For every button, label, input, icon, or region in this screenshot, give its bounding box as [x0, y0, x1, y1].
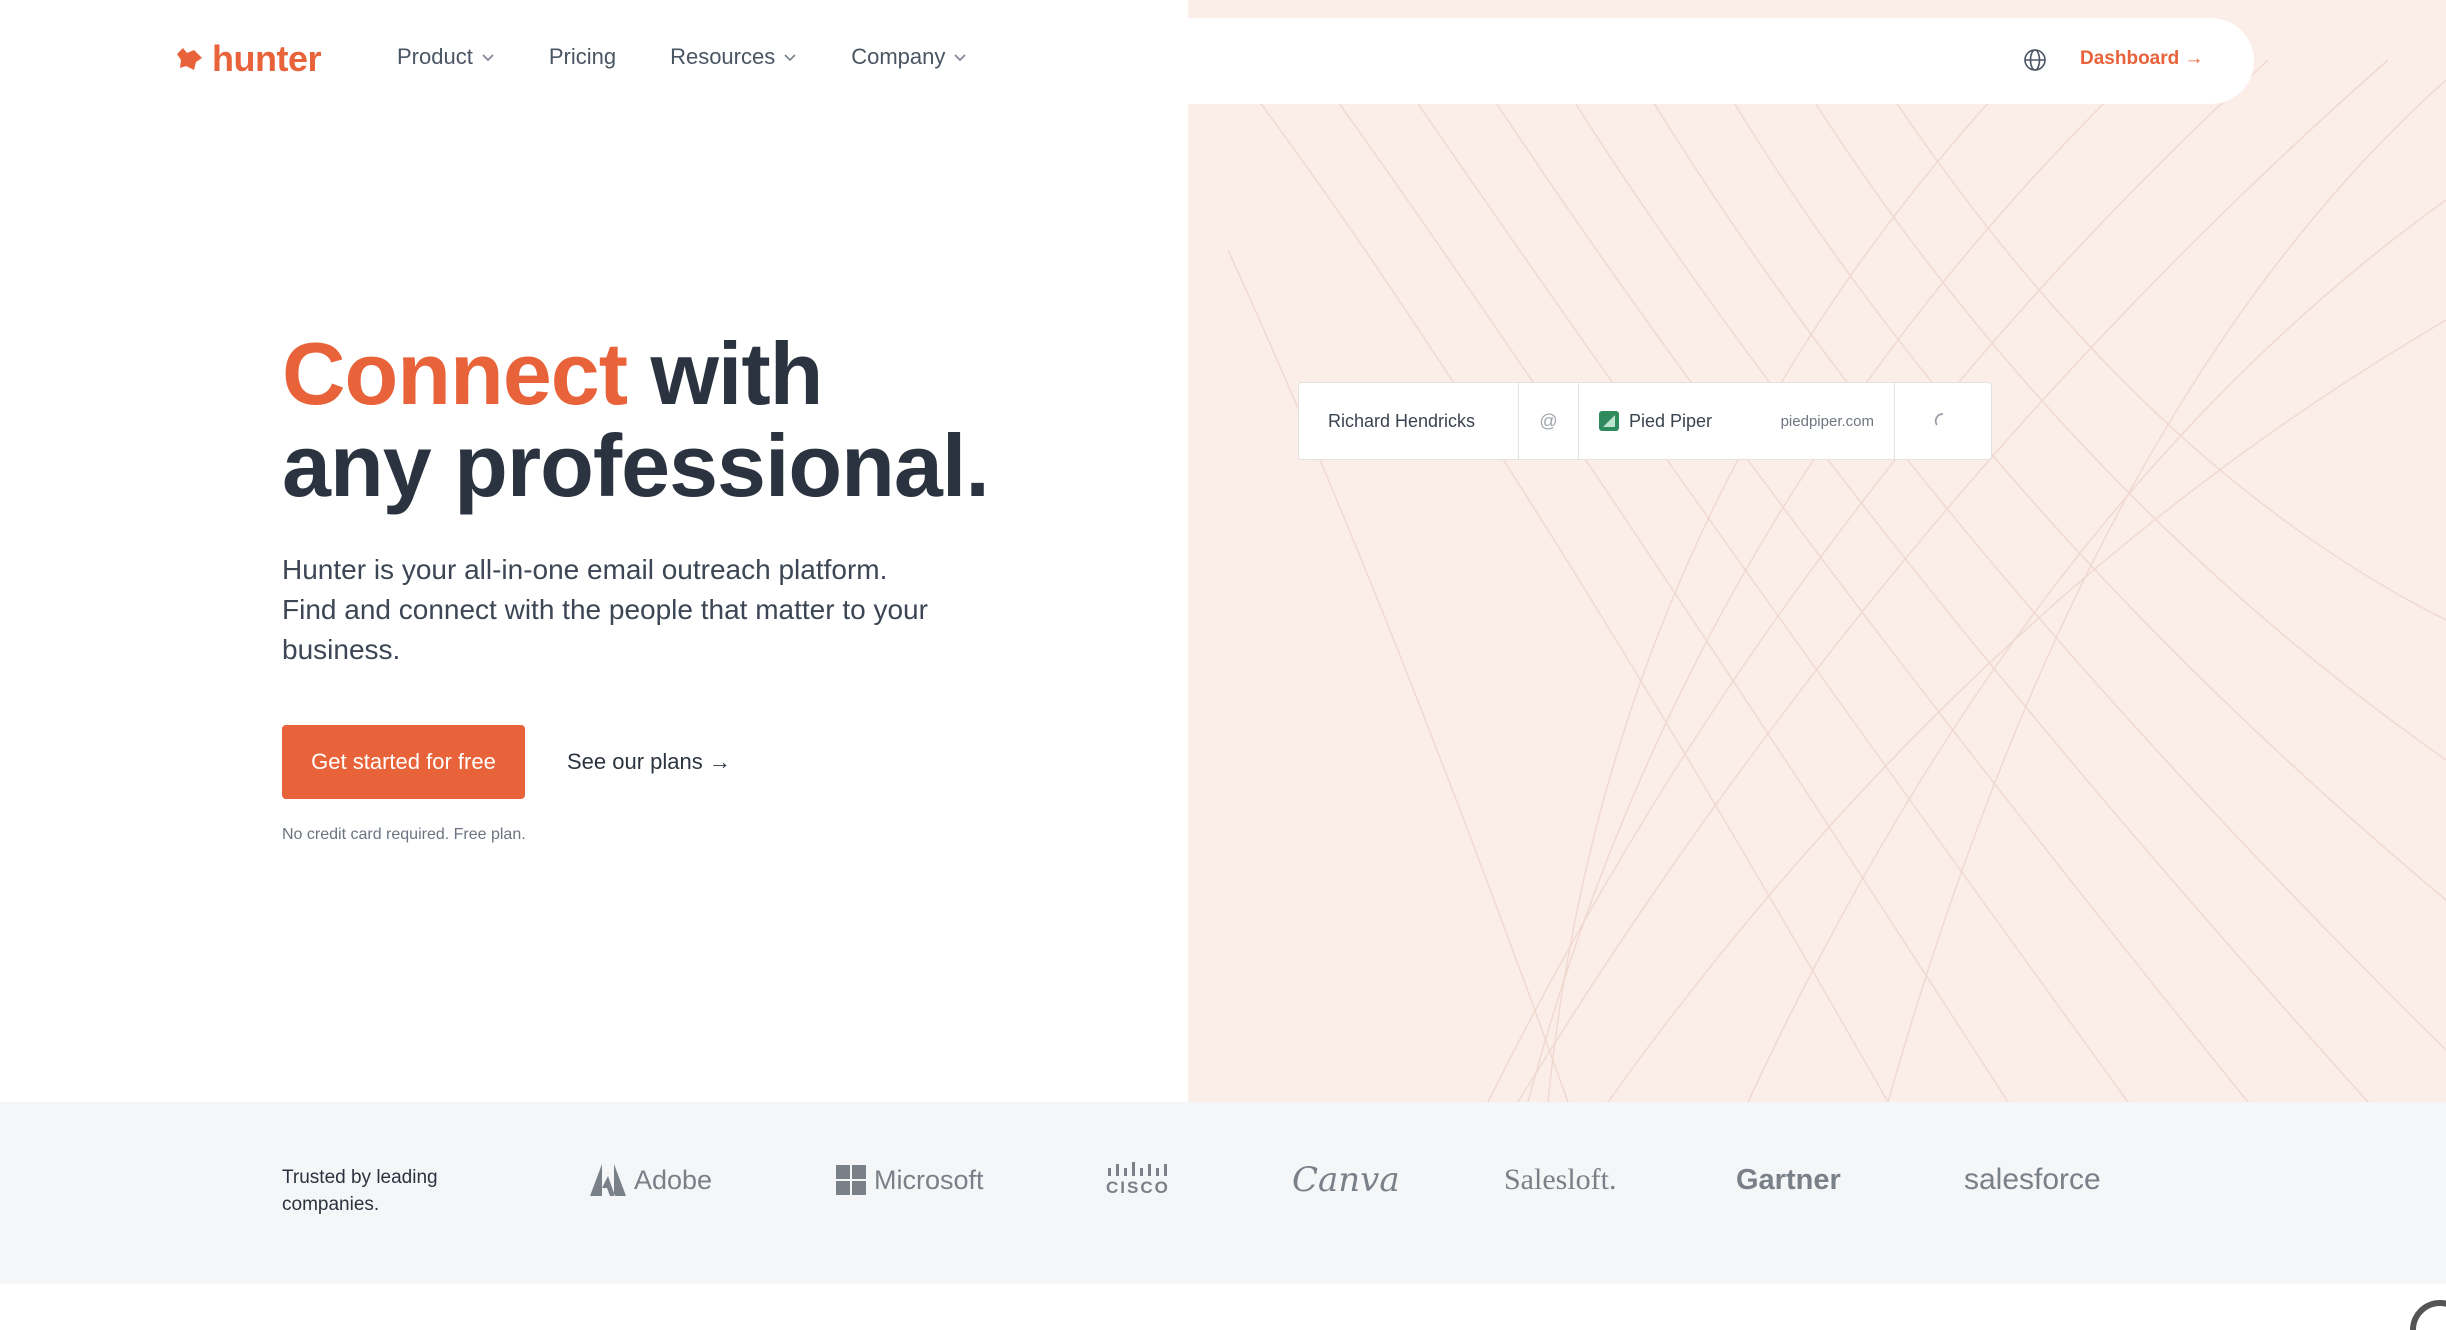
headline-part-1: with [627, 324, 823, 423]
adobe-logo: Adobe [590, 1164, 836, 1196]
fineprint: No credit card required. Free plan. [282, 826, 526, 843]
adobe-logo-text: Adobe [634, 1164, 713, 1195]
microsoft-logo-text: Microsoft [874, 1164, 984, 1195]
nav-company-label: Company [851, 44, 946, 69]
hunter-logo[interactable]: hunter [174, 38, 322, 80]
loading-cell [1895, 383, 1991, 459]
hero-headline: Connect with any professional. [282, 328, 990, 515]
chevron-down-icon [482, 54, 494, 62]
hero-subtext: Hunter is your all-in-one email outreach… [282, 554, 928, 665]
canva-logo-text: Canva [1292, 1160, 1400, 1200]
nav-resources[interactable]: Resources [670, 44, 797, 70]
trusted-label: Trusted by leading companies. [282, 1167, 438, 1215]
canva-logo: Canva [1292, 1160, 1504, 1200]
nav-pricing-label: Pricing [548, 44, 617, 69]
nav-company[interactable]: Company [851, 44, 967, 70]
microsoft-logo: Microsoft [836, 1165, 1106, 1196]
gartner-logo-text: Gartner [1736, 1163, 1841, 1196]
cisco-bars-icon [1108, 1162, 1167, 1176]
salesloft-logo-text: Salesloft. [1504, 1163, 1617, 1196]
main-nav: Product Pricing Resources Company [397, 44, 967, 70]
company-name: Pied Piper [1629, 410, 1713, 431]
trusted-by-section: Trusted by leading companies. Adobe Micr… [0, 1102, 2446, 1284]
logo-text: hunter [212, 38, 322, 79]
nav-product-label: Product [397, 44, 473, 69]
cisco-logo: CISCO [1106, 1162, 1292, 1198]
adobe-icon [590, 1164, 626, 1196]
salesloft-logo: Salesloft. [1504, 1163, 1736, 1197]
gartner-logo: Gartner [1736, 1164, 1964, 1197]
see-plans-link[interactable]: See our plans → [567, 749, 731, 775]
headline-part-2: any professional. [282, 416, 990, 515]
chevron-down-icon [784, 54, 796, 62]
get-started-button[interactable]: Get started for free [282, 725, 525, 799]
company-logo-row: Adobe Microsoft CISCO Canva Salesloft. G… [590, 1160, 2124, 1200]
cisco-logo-text: CISCO [1106, 1178, 1170, 1197]
dashboard-link[interactable]: Dashboard → [2080, 48, 2204, 70]
nav-resources-label: Resources [670, 44, 776, 69]
microsoft-icon [836, 1165, 866, 1195]
chat-widget-button[interactable] [2410, 1300, 2446, 1330]
globe-icon[interactable] [2022, 47, 2048, 73]
salesforce-logo: salesforce [1964, 1163, 2124, 1197]
chevron-down-icon [954, 54, 966, 62]
company-field[interactable]: Pied Piper piedpiper.com [1579, 383, 1895, 459]
nav-pricing[interactable]: Pricing [549, 44, 616, 70]
headline-accent: Connect [282, 324, 628, 423]
email-finder-demo: Richard Hendricks @ Pied Piper piedpiper… [1298, 382, 1992, 460]
pied-piper-icon [1599, 411, 1619, 431]
nav-product[interactable]: Product [397, 44, 495, 70]
name-field[interactable]: Richard Hendricks [1299, 383, 1519, 459]
fox-icon [177, 48, 202, 70]
at-sign: @ [1519, 383, 1579, 459]
salesforce-logo-text: salesforce [1964, 1163, 2101, 1196]
company-domain: piedpiper.com [1780, 412, 1874, 430]
spinner-icon [1934, 413, 1944, 426]
hero-background-panel [1188, 0, 2446, 1102]
decorative-grid-lines [1227, 59, 2446, 1102]
